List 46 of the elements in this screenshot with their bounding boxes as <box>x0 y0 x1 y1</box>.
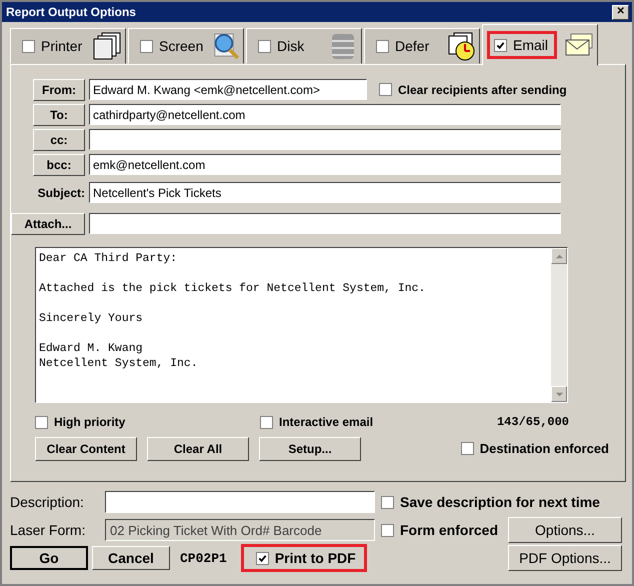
description-label: Description: <box>10 494 85 510</box>
recipient-button[interactable]: cc: <box>33 128 85 150</box>
tab[interactable]: Email <box>482 24 598 66</box>
window-title: Report Output Options <box>6 5 136 19</box>
option-checkbox[interactable]: Interactive email <box>260 415 374 429</box>
tab-checkbox-label[interactable]: Disk <box>251 32 314 60</box>
recipient-field[interactable]: emk@netcellent.com <box>89 154 561 175</box>
message-area[interactable]: Dear CA Third Party: Attached is the pick tickets for Netcellent System, Inc. Sincerely Yours Edward M. Kwang Netcellent System, Inc. <box>35 247 568 403</box>
recipient-button[interactable]: bcc: <box>33 154 85 176</box>
tab[interactable]: Defer <box>364 28 480 64</box>
checkbox-label: Form enforced <box>400 522 498 538</box>
option-checkbox[interactable]: High priority <box>35 415 260 429</box>
checkbox-label: High priority <box>54 415 126 429</box>
tab[interactable]: Disk <box>246 28 362 64</box>
tab-label: Screen <box>159 38 204 54</box>
tab-label: Disk <box>277 38 304 54</box>
message-text: Dear CA Third Party: Attached is the pick tickets for Netcellent System, Inc. Sincerely Yours Edward M. Kwang Netcellent System, Inc. <box>38 251 426 372</box>
tab[interactable]: Screen <box>128 28 244 64</box>
laser-form-label: Laser Form: <box>10 522 86 538</box>
go-button[interactable]: Go <box>10 546 88 570</box>
subject-label: Subject: <box>36 186 85 200</box>
recipient-field[interactable]: cathirdparty@netcellent.com <box>89 104 561 125</box>
tab[interactable]: Printer <box>10 28 126 64</box>
from-button[interactable]: From: <box>33 78 85 100</box>
tab-label: Defer <box>395 38 430 54</box>
checkbox-label: Interactive email <box>279 415 374 429</box>
from-field[interactable]: Edward M. Kwang <emk@netcellent.com> <box>89 79 367 100</box>
action-button[interactable]: Clear All <box>147 437 249 461</box>
tab-checkbox-label[interactable]: Defer <box>369 32 438 60</box>
report-code: CP02P1 <box>180 550 227 566</box>
tab-label: Printer <box>41 38 82 54</box>
tab-checkbox-label[interactable]: Email <box>487 31 558 59</box>
print-to-pdf-checkbox[interactable]: Print to PDF <box>240 544 367 572</box>
close-button[interactable]: ✕ <box>612 4 629 20</box>
tab-label: Email <box>513 37 548 53</box>
character-counter: 143/65,000 <box>496 415 569 429</box>
subject-field[interactable]: Netcellent's Pick Tickets <box>89 182 561 203</box>
pdf-options-button[interactable]: PDF Options... <box>508 545 622 571</box>
recipient-button[interactable]: To: <box>33 104 85 126</box>
tab-checkbox-label[interactable]: Screen <box>133 32 212 60</box>
attach-button[interactable]: Attach... <box>11 212 85 234</box>
tab-checkbox-label[interactable]: Printer <box>15 32 92 60</box>
action-button[interactable]: Clear Content <box>35 437 137 461</box>
action-button[interactable]: Setup... <box>259 437 361 461</box>
cancel-button[interactable]: Cancel <box>92 546 170 570</box>
checkbox-label: Print to PDF <box>274 550 356 566</box>
